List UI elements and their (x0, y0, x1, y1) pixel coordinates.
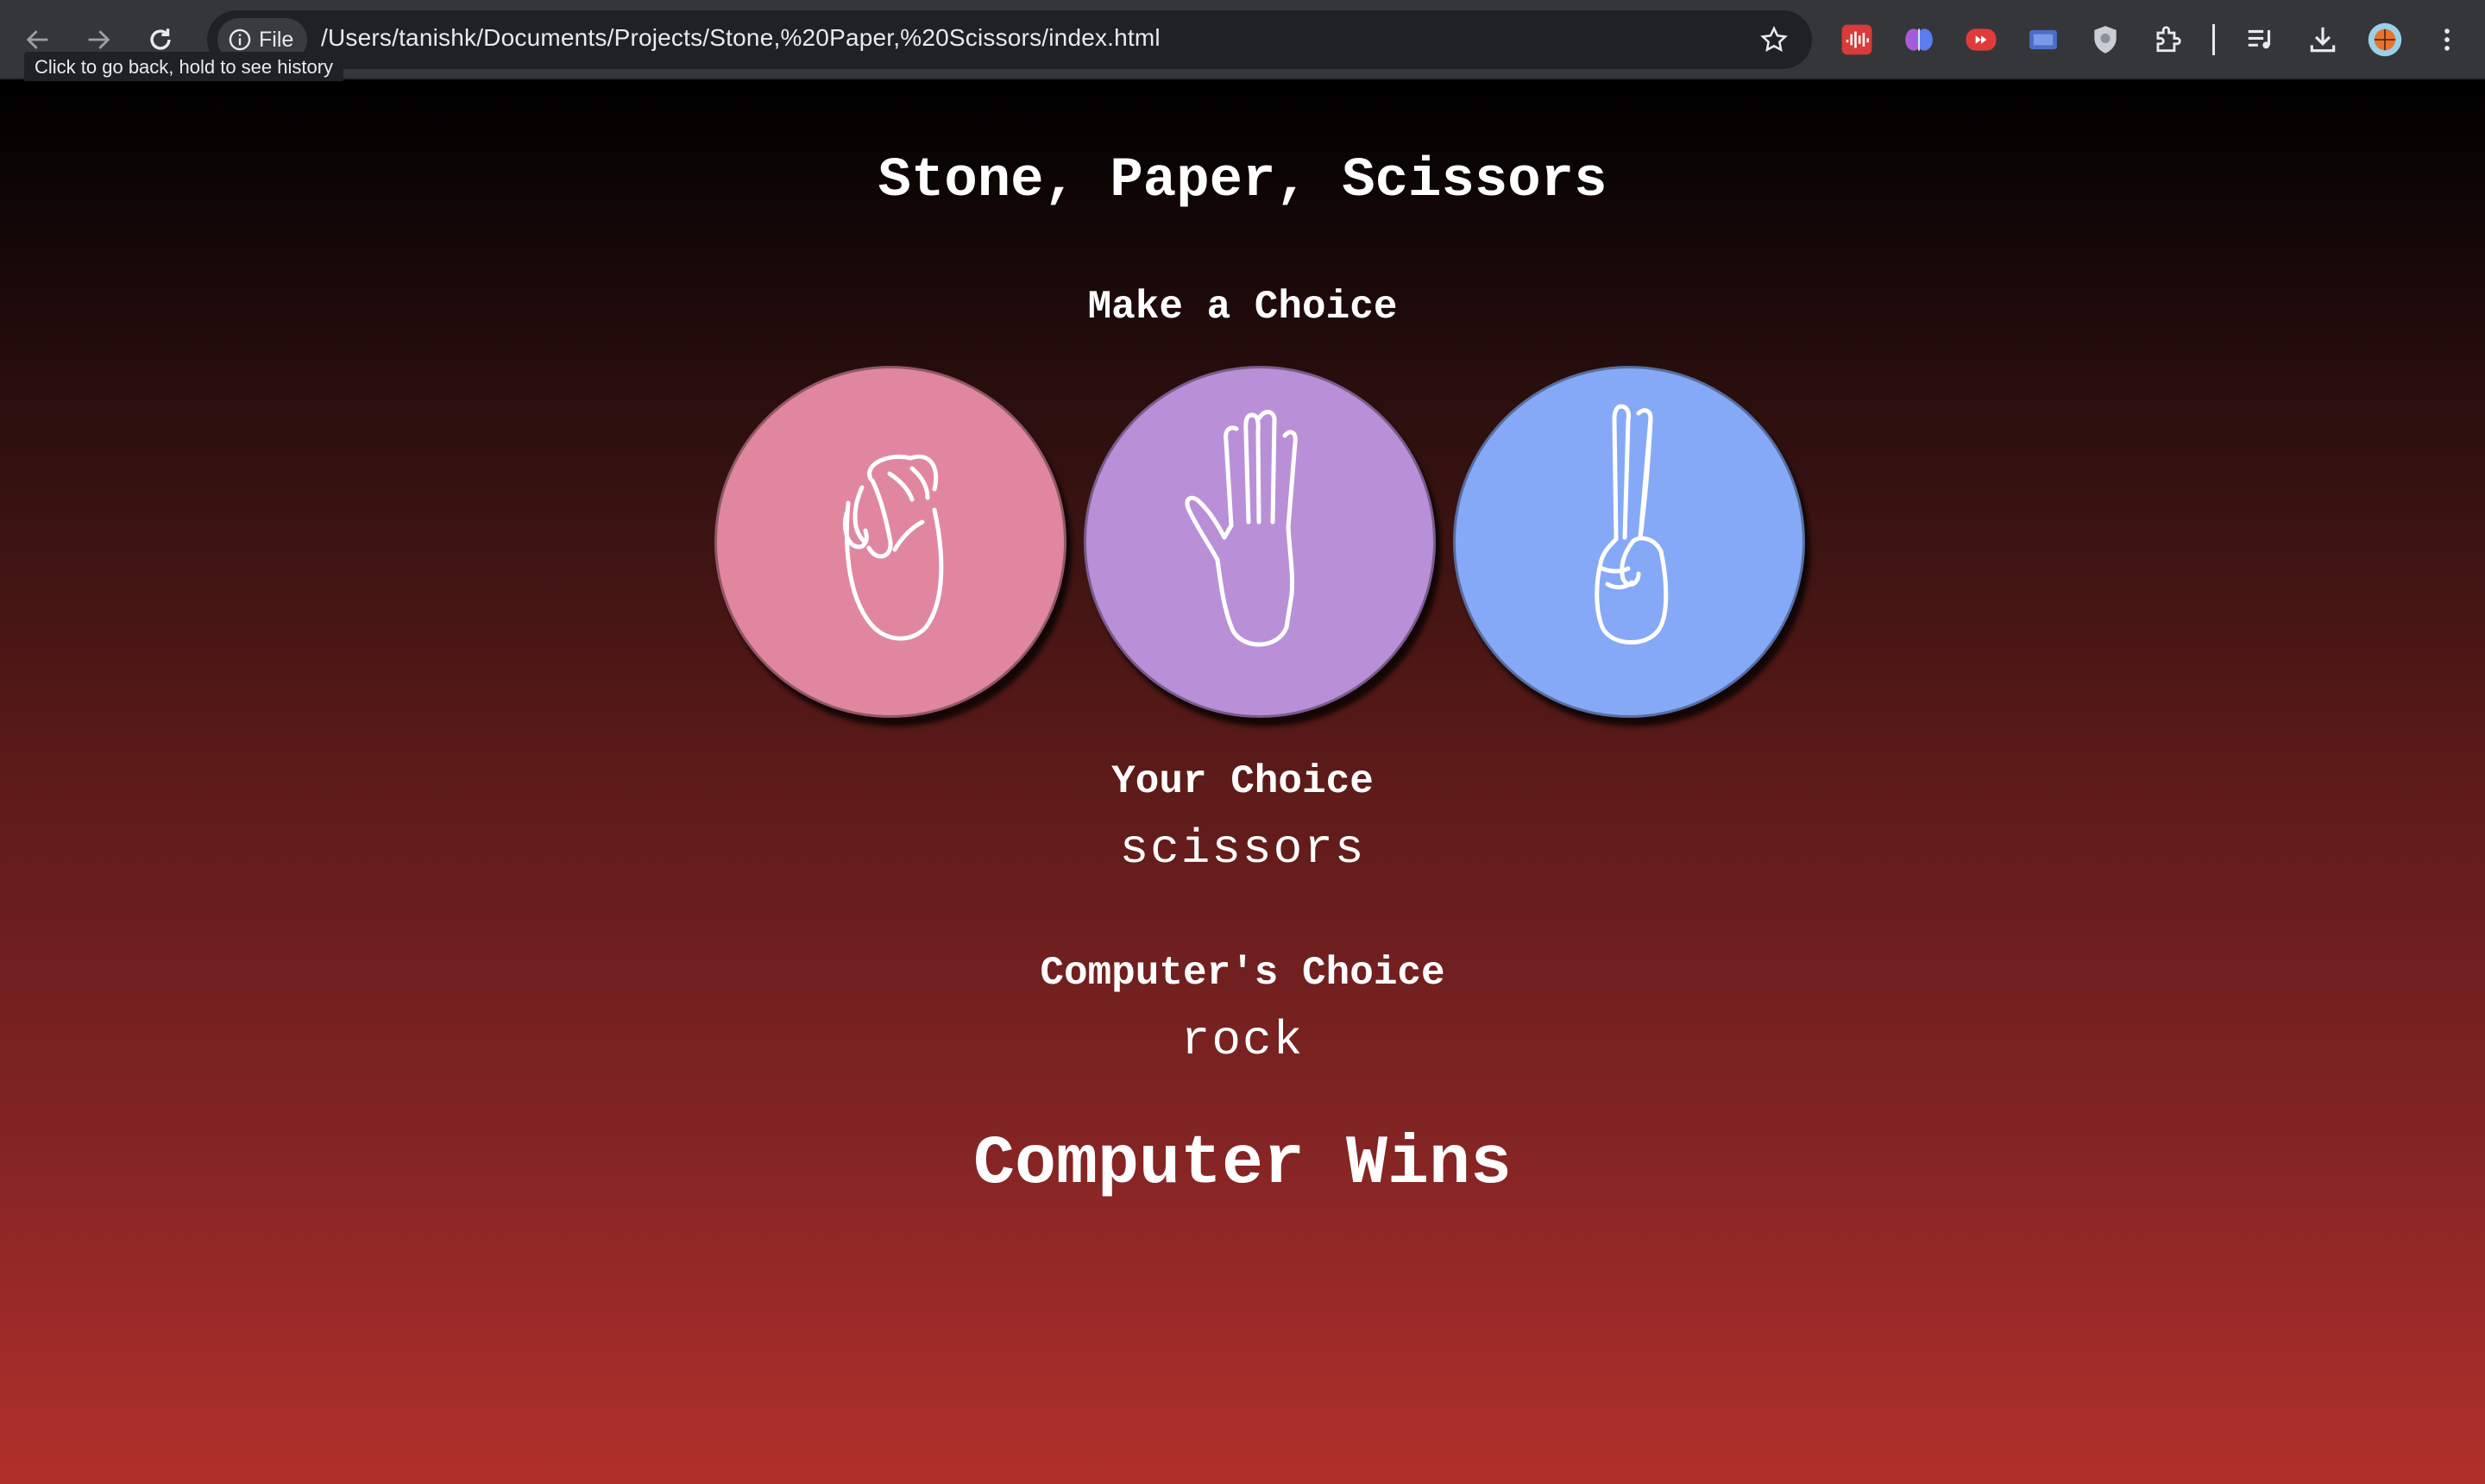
youtube-extension-icon[interactable] (1960, 19, 2002, 60)
brain-extension-icon[interactable] (1898, 19, 1940, 60)
download-icon[interactable] (2302, 19, 2343, 60)
game-page: Stone, Paper, Scissors Make a Choice You… (0, 81, 2485, 1484)
fist-icon (842, 454, 944, 641)
screen-extension-icon[interactable] (2023, 19, 2064, 60)
your-choice-label: Your Choice (1111, 759, 1374, 804)
info-icon (229, 28, 251, 51)
bookmark-button[interactable] (1757, 22, 1791, 57)
page-title: Stone, Paper, Scissors (878, 150, 1607, 212)
open-hand-icon (1185, 410, 1298, 647)
puzzle-icon[interactable] (2147, 19, 2188, 60)
address-bar[interactable]: File /Users/tanishk/Documents/Projects/S… (207, 10, 1812, 69)
site-chip-label: File (259, 27, 294, 52)
make-choice-heading: Make a Choice (1087, 285, 1398, 330)
shield-extension-icon[interactable] (2085, 19, 2126, 60)
toolbar-separator (2212, 24, 2215, 55)
back-button-tooltip: Click to go back, hold to see history (24, 52, 344, 83)
star-icon (1760, 25, 1788, 53)
url-text[interactable]: /Users/tanishk/Documents/Projects/Stone,… (321, 24, 1161, 52)
computer-choice-value: rock (1180, 1013, 1305, 1068)
browser-toolbar: File /Users/tanishk/Documents/Projects/S… (0, 0, 2485, 83)
arrow-left-icon (26, 30, 48, 49)
media-queue-icon[interactable] (2240, 19, 2281, 60)
menu-icon[interactable] (2426, 19, 2468, 60)
peace-sign-icon (1595, 404, 1669, 645)
scissors-choice-button[interactable] (1453, 366, 1805, 718)
reload-icon (150, 28, 171, 50)
arrow-right-icon (88, 30, 110, 49)
profile-avatar[interactable] (2364, 19, 2406, 60)
rock-choice-button[interactable] (714, 366, 1066, 718)
paper-choice-button[interactable] (1084, 366, 1436, 718)
result-message: Computer Wins (972, 1125, 1513, 1204)
computer-choice-label: Computer's Choice (1040, 951, 1445, 996)
your-choice-value: scissors (1119, 821, 1366, 877)
audio-extension-icon[interactable] (1836, 19, 1878, 60)
